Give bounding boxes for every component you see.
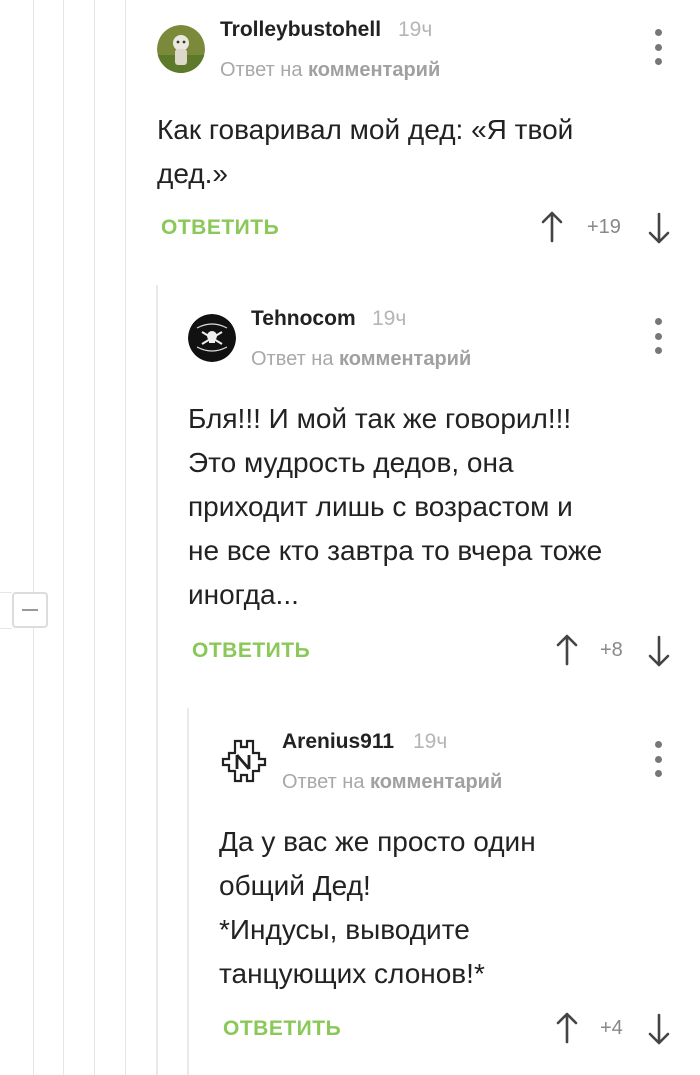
reply-to-line: Ответ на комментарий xyxy=(282,771,502,794)
arrow-up-icon[interactable] xyxy=(555,1012,579,1044)
comment-text: Да у вас же просто один общий Дед! *Инду… xyxy=(219,826,536,989)
rating: +4 xyxy=(600,1017,623,1039)
reply-button[interactable]: ОТВЕТИТЬ xyxy=(223,1017,341,1041)
avatar[interactable] xyxy=(219,737,267,785)
more-vertical-icon-dot xyxy=(654,770,662,777)
username[interactable]: Arenius911 xyxy=(282,730,394,754)
more-options-button[interactable] xyxy=(648,739,668,779)
more-vertical-icon-dot xyxy=(654,755,662,763)
reply-to-link[interactable]: комментарий xyxy=(370,771,502,793)
more-vertical-icon xyxy=(654,741,662,748)
timestamp: 19ч xyxy=(413,730,448,753)
reply-to-prefix: Ответ на xyxy=(282,771,365,793)
arrow-down-icon[interactable] xyxy=(647,1013,671,1045)
comment: Arenius911 19ч Ответ на комментарий Да у… xyxy=(0,0,700,1075)
